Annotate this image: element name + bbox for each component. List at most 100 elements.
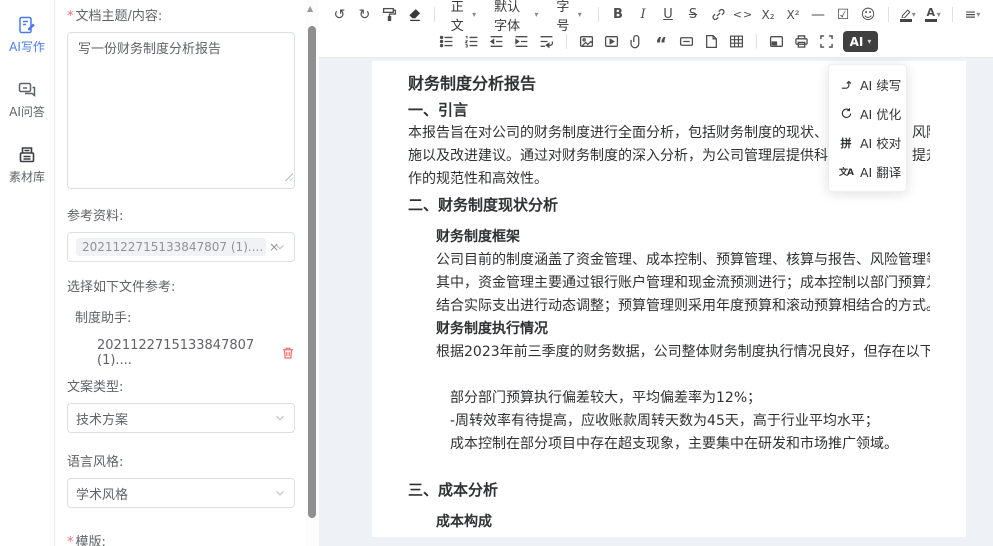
chevron-down-icon: [274, 412, 286, 424]
translate-icon: 文A: [839, 165, 853, 178]
topic-label: *文档主题/内容:: [67, 5, 295, 24]
doc-paragraph-line: 其中，资金管理主要通过银行账户管理和现金流预测进行；成本控制以部门预算为基础，: [436, 272, 930, 295]
scrollbar-thumb[interactable]: [308, 26, 316, 518]
highlight-color-button[interactable]: ▾: [895, 4, 920, 26]
doc-heading-cost: 三、成本分析: [408, 478, 930, 502]
file-section-label: 选择如下文件参考:: [67, 276, 295, 295]
ai-menu-button[interactable]: AI▾: [843, 31, 879, 52]
doc-paragraph-line: 结合实际支出进行动态调整；预算管理则采用年度预算和滚动预算相结合的方式。: [436, 295, 930, 318]
caret-down-icon: ▾: [534, 10, 538, 19]
icon-rail: AI写作 AI问答 素材库: [0, 0, 55, 546]
align-button[interactable]: ≡ ▾: [960, 4, 985, 26]
toolbar-separator: [952, 7, 953, 22]
outdent-icon[interactable]: [484, 31, 509, 53]
doc-paragraph-line: 公司的成本主要由以下部分构成：: [436, 534, 930, 537]
font-color-bar: [925, 19, 937, 22]
toolbar-separator: [756, 34, 757, 49]
font-color-button[interactable]: A ▾: [920, 4, 945, 26]
reference-label: 参考资料:: [67, 205, 295, 224]
sidebar-item-library[interactable]: 素材库: [0, 144, 54, 185]
indent-icon[interactable]: [509, 31, 534, 53]
embed-frame-icon[interactable]: [764, 31, 789, 53]
panel-scrollbar[interactable]: ▲: [305, 0, 319, 546]
toolbar-separator: [566, 34, 567, 49]
menu-item-ai-optimize[interactable]: AI 优化: [829, 99, 906, 128]
attachment-icon[interactable]: [624, 31, 649, 53]
doc-heading-status: 二、财务制度现状分析: [408, 193, 930, 217]
caret-down-icon: ▾: [912, 10, 916, 19]
doc-pen-icon: [0, 14, 54, 36]
emoji-button[interactable]: ☺: [856, 4, 881, 26]
continue-writing-icon: [839, 78, 853, 91]
strikethrough-button[interactable]: S: [681, 4, 706, 26]
blockquote-icon[interactable]: “: [649, 31, 674, 53]
bullet-list-icon[interactable]: [434, 31, 459, 53]
menu-item-ai-translate[interactable]: 文A AI 翻译: [829, 157, 906, 186]
reference-file-tag: 2021122715133847807 (1).... ×: [76, 238, 266, 256]
link-icon[interactable]: [706, 4, 731, 26]
topic-textarea[interactable]: [67, 32, 295, 189]
library-icon: [0, 144, 54, 166]
doc-paragraph-line: 根据2023年前三季度的财务数据，公司整体财务制度执行情况良好，但存在以下问题：: [436, 341, 930, 364]
language-style-label: 语言风格:: [67, 451, 295, 470]
font-size-select[interactable]: 字号▾: [547, 4, 590, 26]
menu-item-ai-continue[interactable]: AI 续写: [829, 70, 906, 99]
insert-table-icon[interactable]: [724, 31, 749, 53]
caret-down-icon: ▾: [976, 10, 980, 19]
copy-type-label: 文案类型:: [67, 376, 295, 395]
font-family-select[interactable]: 默认字体▾: [485, 4, 547, 26]
assistant-label: 制度助手:: [75, 307, 295, 326]
language-style-select[interactable]: 学术风格: [67, 478, 295, 508]
editor-area: ↺ ↻ 正文▾ 默认字体▾: [319, 0, 993, 546]
sidebar-item-label: AI写作: [0, 38, 54, 55]
editor-toolbar: ↺ ↻ 正文▾ 默认字体▾: [319, 0, 993, 58]
task-checkbox-button[interactable]: ☑: [831, 4, 856, 26]
ai-dropdown-menu: AI 续写 AI 优化 拼 AI 校对 文A AI 翻译: [828, 64, 907, 192]
writing-form-panel: *文档主题/内容: 参考资料: 2021122715133847807 (1).…: [55, 0, 305, 546]
page-break-icon[interactable]: [699, 31, 724, 53]
app-window: AI写作 AI问答 素材库 *文档主题: [0, 0, 993, 546]
sidebar-item-ai-writing[interactable]: AI写作: [0, 14, 54, 55]
italic-button[interactable]: I: [631, 4, 656, 26]
paragraph-style-select[interactable]: 正文▾: [442, 4, 485, 26]
doc-subheading-cost: 成本构成: [436, 511, 930, 534]
redo-button[interactable]: ↻: [352, 4, 377, 26]
toolbar-separator: [598, 7, 599, 22]
menu-item-ai-proofread[interactable]: 拼 AI 校对: [829, 128, 906, 157]
scrollbar-up-arrow[interactable]: ▲: [307, 4, 313, 13]
fullscreen-icon[interactable]: [814, 31, 839, 53]
chevron-down-icon: [274, 487, 286, 499]
pen-color-bar: [900, 19, 912, 22]
subscript-button[interactable]: X₂: [756, 4, 781, 26]
trash-icon[interactable]: [281, 346, 295, 360]
doc-issue-line: 成本控制在部分项目中存在超支现象，主要集中在研发和市场推广领域。: [450, 433, 930, 456]
doc-paragraph-line: 公司目前的制度涵盖了资金管理、成本控制、预算管理、核算与报告、风险管理等方面。: [436, 249, 930, 272]
sidebar-item-label: AI问答: [0, 103, 54, 120]
file-name: 2021122715133847807 (1)....: [97, 338, 281, 368]
toolbar-separator: [434, 7, 435, 22]
selected-file-row: 2021122715133847807 (1)....: [67, 338, 295, 368]
textarea-resize-handle[interactable]: [284, 172, 293, 181]
insert-video-icon[interactable]: [599, 31, 624, 53]
underline-button[interactable]: U: [656, 4, 681, 26]
divider-block-icon[interactable]: [674, 31, 699, 53]
toolbar-row-2: “: [327, 28, 985, 55]
format-painter-icon[interactable]: [377, 4, 402, 26]
horizontal-rule-button[interactable]: —: [806, 4, 831, 26]
copy-type-select[interactable]: 技术方案: [67, 403, 295, 433]
doc-subheading-execution: 财务制度执行情况: [436, 318, 930, 341]
undo-button[interactable]: ↺: [327, 4, 352, 26]
line-wrap-icon[interactable]: [534, 31, 559, 53]
ordered-list-icon[interactable]: [459, 31, 484, 53]
eraser-icon[interactable]: [402, 4, 427, 26]
doc-issue-line: -周转效率有待提高，应收账款周转天数为45天，高于行业平均水平；: [450, 410, 930, 433]
reference-select[interactable]: 2021122715133847807 (1).... ×: [67, 232, 295, 262]
bold-button[interactable]: B: [606, 4, 631, 26]
sidebar-item-ai-qa[interactable]: AI问答: [0, 79, 54, 120]
caret-down-icon: ▾: [578, 10, 582, 19]
superscript-button[interactable]: X²: [781, 4, 806, 26]
insert-image-icon[interactable]: [574, 31, 599, 53]
required-asterisk: *: [67, 9, 74, 24]
code-button[interactable]: <>: [731, 4, 756, 26]
print-icon[interactable]: [789, 31, 814, 53]
